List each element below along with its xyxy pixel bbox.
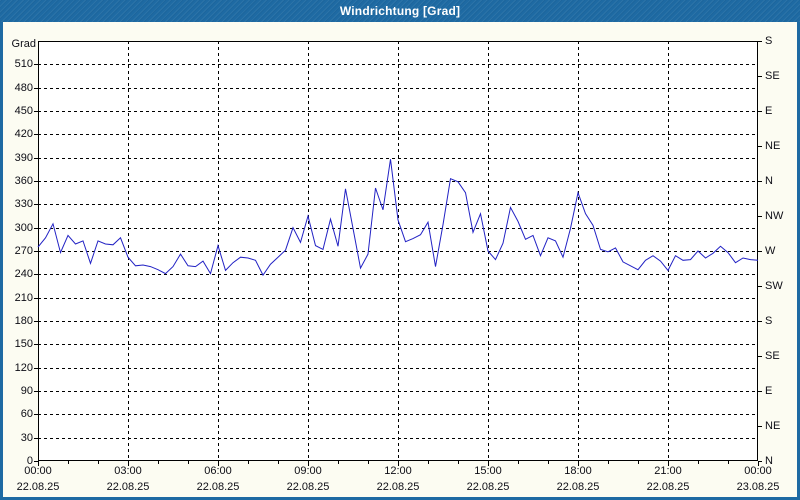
- y-axis-tick-label: 330: [14, 198, 33, 211]
- right-axis-tick-label: NE: [765, 420, 781, 432]
- y-axis-tick-label: 420: [14, 128, 33, 141]
- x-axis-time-label: 00:00: [24, 465, 52, 477]
- right-axis-tick-label: W: [765, 245, 776, 257]
- x-axis-date-label: 22.08.25: [16, 481, 60, 493]
- y-axis-tick-label: 450: [14, 105, 33, 117]
- y-axis-tick-label: 180: [14, 315, 33, 327]
- chart-plot-area: [34, 41, 762, 466]
- x-axis-time-label: 00:00: [744, 465, 772, 477]
- right-axis-tick-label: NW: [765, 210, 784, 222]
- y-axis-unit-label: Grad: [11, 38, 36, 50]
- x-axis-date-label: 22.08.25: [196, 481, 240, 493]
- y-axis-tick-label: 120: [14, 361, 33, 374]
- x-axis-time-label: 21:00: [654, 465, 682, 477]
- right-axis-tick-label: SE: [765, 350, 780, 362]
- y-axis-tick-label: 360: [14, 175, 33, 187]
- x-axis-time-label: 09:00: [294, 465, 322, 477]
- y-axis-tick-label: 390: [14, 151, 33, 164]
- right-axis-tick-label: E: [765, 105, 773, 117]
- x-axis-time-label: 06:00: [204, 465, 232, 477]
- right-axis-tick-label: N: [765, 175, 773, 187]
- x-axis-time-label: 12:00: [384, 465, 412, 477]
- right-axis-tick-label: SW: [765, 280, 783, 292]
- x-axis-time-label: 03:00: [114, 465, 142, 477]
- x-axis-date-label: 22.08.25: [466, 481, 510, 493]
- x-axis-date-label: 22.08.25: [556, 481, 600, 493]
- y-axis-tick-label: 210: [14, 291, 33, 304]
- y-axis-tick-label: 270: [14, 245, 33, 257]
- right-axis-tick-label: NE: [765, 140, 781, 152]
- y-axis-tick-label: 510: [14, 58, 33, 71]
- wind-direction-chart: [34, 41, 762, 466]
- x-axis-date-label: 22.08.25: [646, 481, 690, 493]
- y-axis-tick-label: 240: [14, 268, 33, 281]
- x-axis-time-label: 15:00: [474, 465, 502, 477]
- right-axis-tick-label: E: [765, 385, 773, 397]
- window-title: Windrichtung [Grad]: [339, 4, 461, 18]
- window-titlebar: Windrichtung [Grad]: [0, 0, 800, 22]
- right-axis-tick-label: S: [765, 315, 773, 327]
- wind-direction-window: Windrichtung [Grad] Grad 0 30 60 90 120 150 18…: [0, 0, 800, 500]
- right-axis-tick-label: S: [765, 35, 773, 47]
- right-axis-tick-label: SE: [765, 70, 780, 82]
- y-axis-tick-label: 90: [20, 385, 33, 397]
- x-axis-date-label: 22.08.25: [376, 481, 420, 493]
- y-axis-tick-label: 300: [14, 221, 33, 234]
- window-border-left: [0, 22, 3, 500]
- x-axis-date-label: 22.08.25: [286, 481, 330, 493]
- y-axis-tick-label: 30: [20, 431, 33, 444]
- x-axis-date-label: 23.08.25: [736, 481, 780, 493]
- y-axis-tick-label: 480: [14, 81, 33, 94]
- x-axis-time-label: 18:00: [564, 465, 592, 477]
- y-axis-tick-label: 150: [14, 338, 33, 351]
- y-axis-tick-label: 60: [20, 408, 33, 421]
- x-axis-date-label: 22.08.25: [106, 481, 150, 493]
